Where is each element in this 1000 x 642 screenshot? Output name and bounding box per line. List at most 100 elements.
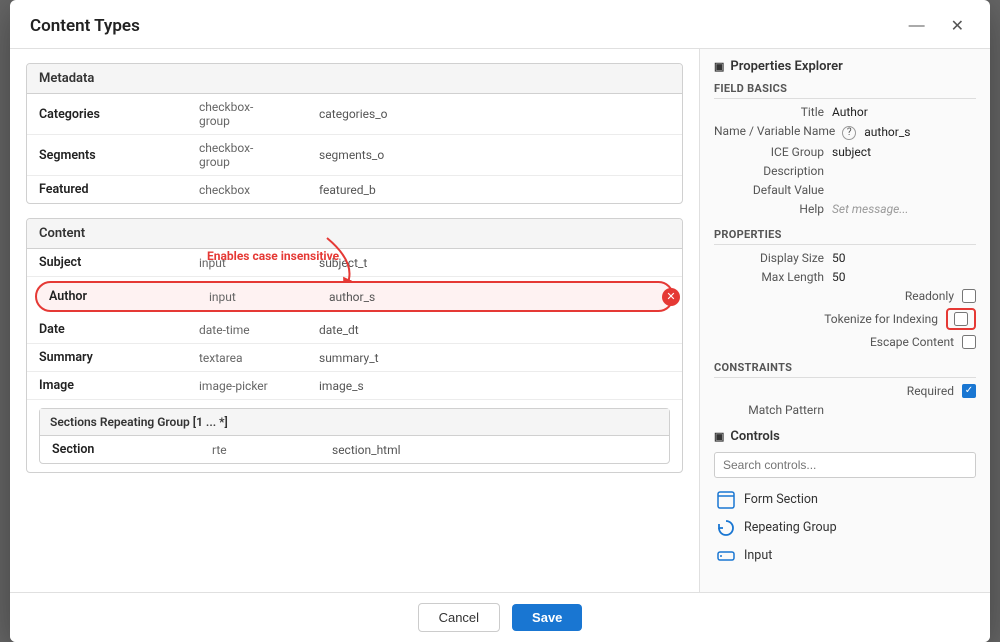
readonly-row: Readonly xyxy=(714,289,976,303)
collapse-icon: ▣ xyxy=(714,60,724,73)
table-row: Featured checkbox featured_b xyxy=(27,176,682,203)
summary-row: Summary textarea summary_t xyxy=(27,344,682,372)
escape-content-checkbox[interactable] xyxy=(962,335,976,349)
image-row: Image image-picker image_s xyxy=(27,372,682,400)
dialog-footer: Cancel Save xyxy=(10,592,990,642)
description-row: Description xyxy=(714,164,976,178)
field-name: Featured xyxy=(39,182,199,197)
controls-title: ▣ Controls xyxy=(714,429,976,444)
controls-search-input[interactable] xyxy=(714,452,976,478)
field-var: image_s xyxy=(319,379,640,393)
field-type: checkbox-group xyxy=(199,141,319,169)
constraints-group: Constraints Required ✓ Match Pattern xyxy=(714,361,976,417)
form-section-control[interactable]: Form Section xyxy=(714,486,976,514)
max-length-label: Max Length xyxy=(714,270,824,284)
controls-collapse-icon: ▣ xyxy=(714,430,724,443)
field-var: date_dt xyxy=(319,323,640,337)
author-field-var: author_s xyxy=(329,290,630,304)
escape-content-row: Escape Content xyxy=(714,335,976,349)
close-button[interactable]: ✕ xyxy=(945,14,970,38)
ice-group-row: ICE Group subject xyxy=(714,145,976,159)
name-value: author_s xyxy=(864,125,976,139)
field-var: summary_t xyxy=(319,351,640,365)
dialog-header-controls: — ✕ xyxy=(903,14,970,38)
required-checkbox[interactable]: ✓ xyxy=(962,384,976,398)
save-button[interactable]: Save xyxy=(512,604,582,631)
description-label: Description xyxy=(714,164,824,178)
properties-group: Properties Display Size 50 Max Length 50… xyxy=(714,228,976,349)
author-row[interactable]: Author input author_s ✕ xyxy=(35,281,674,312)
author-row-wrapper: Enables case insensitive Author input xyxy=(27,277,682,316)
field-type: textarea xyxy=(199,351,319,365)
tokenize-highlight-box xyxy=(946,308,976,330)
minimize-button[interactable]: — xyxy=(903,14,931,38)
field-type: rte xyxy=(212,443,332,457)
constraints-title: Constraints xyxy=(714,361,976,378)
default-value-label: Default Value xyxy=(714,183,824,197)
field-type: date-time xyxy=(199,323,319,337)
max-length-row: Max Length 50 xyxy=(714,270,976,284)
controls-group: ▣ Controls Form Section xyxy=(714,429,976,570)
subject-row: Subject input subject_t xyxy=(27,249,682,277)
tokenize-row: Tokenize for Indexing xyxy=(714,308,976,330)
date-row: Date date-time date_dt xyxy=(27,316,682,344)
field-basics-group: Field Basics Title Author Name / Variabl… xyxy=(714,82,976,216)
content-types-dialog: Content Types — ✕ Metadata Categories ch… xyxy=(10,0,990,642)
author-field-type: input xyxy=(209,290,329,304)
repeating-group-icon xyxy=(716,518,736,538)
tokenize-checkbox[interactable] xyxy=(954,312,968,326)
required-label: Required xyxy=(844,384,954,398)
properties-explorer-title: ▣ Properties Explorer xyxy=(714,59,976,74)
remove-field-button[interactable]: ✕ xyxy=(662,288,680,306)
match-pattern-row: Match Pattern xyxy=(714,403,976,417)
metadata-header: Metadata xyxy=(27,64,682,94)
escape-content-label: Escape Content xyxy=(844,335,954,349)
right-panel: ▣ Properties Explorer Field Basics Title… xyxy=(700,49,990,592)
properties-title: Properties xyxy=(714,228,976,245)
match-pattern-label: Match Pattern xyxy=(714,403,824,417)
ice-group-label: ICE Group xyxy=(714,145,824,159)
help-label: Help xyxy=(714,202,824,216)
field-name: Section xyxy=(52,442,212,457)
input-icon xyxy=(716,546,736,566)
display-size-label: Display Size xyxy=(714,251,824,265)
input-label: Input xyxy=(744,548,772,563)
cancel-button[interactable]: Cancel xyxy=(418,603,500,632)
field-type: image-picker xyxy=(199,379,319,393)
name-row: Name / Variable Name ? author_s xyxy=(714,124,976,140)
field-var: categories_o xyxy=(319,107,640,121)
tokenize-label: Tokenize for Indexing xyxy=(824,312,938,326)
dialog-body: Metadata Categories checkbox-group categ… xyxy=(10,49,990,592)
default-value-row: Default Value xyxy=(714,183,976,197)
author-field-name: Author xyxy=(49,289,209,304)
field-var: section_html xyxy=(332,443,627,457)
help-value: Set message... xyxy=(832,202,976,216)
required-row: Required ✓ xyxy=(714,384,976,398)
repeating-group-label: Repeating Group xyxy=(744,520,837,535)
sections-repeating-group: Sections Repeating Group [1 ... *] Secti… xyxy=(39,408,670,464)
form-section-label: Form Section xyxy=(744,492,818,507)
field-name: Date xyxy=(39,322,199,337)
help-icon[interactable]: ? xyxy=(842,126,856,140)
field-var: subject_t xyxy=(319,256,640,270)
repeating-group-control[interactable]: Repeating Group xyxy=(714,514,976,542)
title-row: Title Author xyxy=(714,105,976,119)
field-var: segments_o xyxy=(319,148,640,162)
field-name: Subject xyxy=(39,255,199,270)
field-var: featured_b xyxy=(319,183,640,197)
form-section-icon xyxy=(716,490,736,510)
help-row: Help Set message... xyxy=(714,202,976,216)
sub-section-header: Sections Repeating Group [1 ... *] xyxy=(40,409,669,436)
input-control[interactable]: Input xyxy=(714,542,976,570)
field-name: Image xyxy=(39,378,199,393)
field-type: checkbox-group xyxy=(199,100,319,128)
readonly-checkbox[interactable] xyxy=(962,289,976,303)
name-label: Name / Variable Name ? xyxy=(714,124,856,140)
field-name: Categories xyxy=(39,107,199,122)
display-size-row: Display Size 50 xyxy=(714,251,976,265)
field-name: Segments xyxy=(39,148,199,163)
ice-group-value: subject xyxy=(832,145,976,159)
section-row: Section rte section_html xyxy=(40,436,669,463)
content-section: Content Subject input subject_t Enables … xyxy=(26,218,683,473)
readonly-label: Readonly xyxy=(844,289,954,303)
